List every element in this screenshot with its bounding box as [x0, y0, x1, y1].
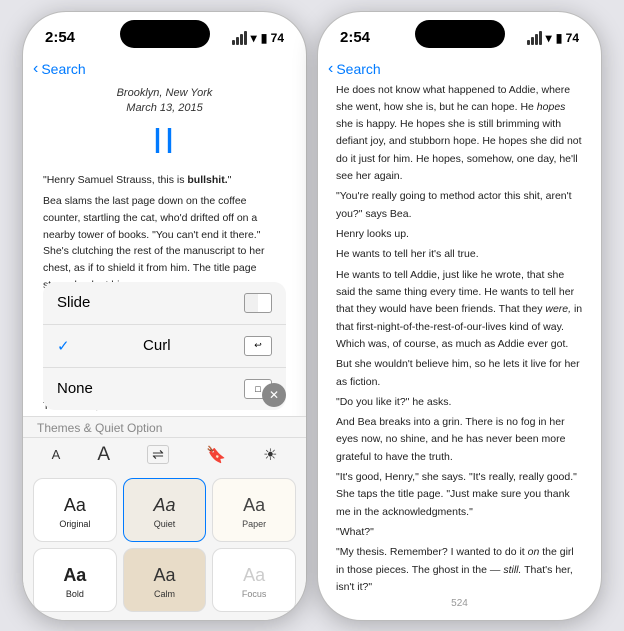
- signal-bar-4: [244, 31, 247, 45]
- back-label-left[interactable]: Search: [41, 61, 85, 77]
- status-icons-left: ▾ ▮ 74: [232, 31, 284, 45]
- book-para-2: Bea slams the last page down on the coff…: [43, 193, 286, 294]
- info-icon[interactable]: ☀: [263, 445, 277, 465]
- signal-bar-r4: [539, 31, 542, 45]
- theme-bold-label: Bold: [66, 589, 84, 599]
- signal-bar-r1: [527, 40, 530, 45]
- theme-quiet-label: Quiet: [154, 519, 176, 529]
- themes-label: Themes &: [37, 421, 92, 435]
- slide-popup: Slide ✓ Curl ↩ None □: [43, 282, 286, 410]
- theme-card-quiet[interactable]: Aa Quiet: [123, 478, 207, 542]
- theme-paper-label: Paper: [242, 519, 266, 529]
- chapter-roman: II: [43, 120, 286, 162]
- back-chevron-right: ‹: [328, 60, 333, 78]
- right-phone: 2:54 ▾ ▮ 74 ‹ Search He does not know wh…: [317, 11, 602, 621]
- right-para-9: "It's good, Henry," she says. "It's real…: [336, 469, 583, 521]
- theme-card-paper[interactable]: Aa Paper: [212, 478, 296, 542]
- font-large-icon[interactable]: A: [97, 444, 110, 466]
- status-icons-right: ▾ ▮ 74: [527, 31, 579, 45]
- nav-bar-left[interactable]: ‹ Search: [23, 56, 306, 82]
- page-number: 524: [318, 594, 601, 613]
- book-location: Brooklyn, New YorkMarch 13, 2015: [43, 86, 286, 117]
- bookmark-icon[interactable]: 🔖: [206, 445, 226, 465]
- battery-icon-left: ▮ 74: [261, 31, 284, 45]
- nav-bar-right[interactable]: ‹ Search: [318, 56, 601, 82]
- signal-bar-2: [236, 37, 239, 45]
- signal-bar-1: [232, 40, 235, 45]
- right-para-4: He wants to tell her it's all true.: [336, 246, 583, 263]
- slide-option-curl[interactable]: ✓ Curl ↩: [43, 325, 286, 368]
- right-para-3: Henry looks up.: [336, 226, 583, 243]
- theme-original-aa: Aa: [64, 495, 86, 516]
- right-para-8: And Bea breaks into a grin. There is no …: [336, 414, 583, 466]
- close-button[interactable]: ✕: [262, 383, 286, 407]
- theme-card-original[interactable]: Aa Original: [33, 478, 117, 542]
- phones-container: 2:54 ▾ ▮ 74 ‹ Search Brooklyn, New YorkM…: [22, 11, 602, 621]
- battery-icon-right: ▮ 74: [556, 31, 579, 45]
- wifi-icon-left: ▾: [251, 31, 257, 45]
- slide-icon-curl: ↩: [244, 336, 272, 356]
- right-para-2: "You're really going to method actor thi…: [336, 188, 583, 223]
- theme-paper-aa: Aa: [243, 495, 265, 516]
- slide-option-none[interactable]: None □: [43, 368, 286, 410]
- signal-bars-left: [232, 31, 247, 45]
- slide-checkmark: ✓: [57, 337, 70, 355]
- theme-focus-aa: Aa: [243, 565, 265, 586]
- theme-calm-label: Calm: [154, 589, 175, 599]
- toolbar-icons-row: A A ⇌ 🔖 ☀: [23, 438, 306, 472]
- wifi-icon-right: ▾: [546, 31, 552, 45]
- slide-icon-slide: [244, 293, 272, 313]
- theme-cards-grid: Aa Original Aa Quiet Aa Paper Aa Bold Aa: [23, 472, 306, 620]
- dynamic-island: [120, 20, 210, 48]
- curl-label: Curl: [143, 337, 171, 354]
- theme-card-calm[interactable]: Aa Calm: [123, 548, 207, 612]
- none-label: None: [57, 380, 93, 397]
- signal-bar-r3: [535, 34, 538, 45]
- bottom-toolbar: Themes & Quiet Option A A ⇌ 🔖 ☀ Aa Origi…: [23, 416, 306, 620]
- signal-bars-right: [527, 31, 542, 45]
- right-para-7: "Do you like it?" he asks.: [336, 394, 583, 411]
- status-time-right: 2:54: [340, 29, 370, 46]
- right-book-content: He does not know what happened to Addie,…: [318, 82, 601, 594]
- quiet-option-label: Quiet Option: [95, 421, 162, 435]
- right-para-5: He wants to tell Addie, just like he wro…: [336, 267, 583, 354]
- dynamic-island-right: [415, 20, 505, 48]
- font-style-icon[interactable]: ⇌: [147, 445, 169, 464]
- right-para-6: But she wouldn't believe him, so he lets…: [336, 356, 583, 391]
- book-para-1: "Henry Samuel Strauss, this is bullshit.…: [43, 172, 286, 189]
- book-header: Brooklyn, New YorkMarch 13, 2015 II: [43, 82, 286, 163]
- theme-card-focus[interactable]: Aa Focus: [212, 548, 296, 612]
- theme-original-label: Original: [59, 519, 90, 529]
- right-para-10: "What?": [336, 524, 583, 541]
- slide-label: Slide: [57, 294, 90, 311]
- signal-bar-3: [240, 34, 243, 45]
- theme-card-bold[interactable]: Aa Bold: [33, 548, 117, 612]
- font-small-icon[interactable]: A: [52, 447, 61, 462]
- theme-focus-label: Focus: [242, 589, 267, 599]
- status-time-left: 2:54: [45, 29, 75, 46]
- themes-row: Themes & Quiet Option: [23, 417, 306, 438]
- theme-bold-aa: Aa: [63, 565, 86, 586]
- signal-bar-r2: [531, 37, 534, 45]
- slide-option-slide[interactable]: Slide: [43, 282, 286, 325]
- back-chevron-left: ‹: [33, 60, 38, 78]
- back-label-right[interactable]: Search: [336, 61, 380, 77]
- theme-quiet-aa: Aa: [153, 495, 175, 516]
- right-para-11: "My thesis. Remember? I wanted to do it …: [336, 544, 583, 593]
- theme-calm-aa: Aa: [153, 565, 175, 586]
- left-phone: 2:54 ▾ ▮ 74 ‹ Search Brooklyn, New YorkM…: [22, 11, 307, 621]
- right-para-1: He does not know what happened to Addie,…: [336, 82, 583, 186]
